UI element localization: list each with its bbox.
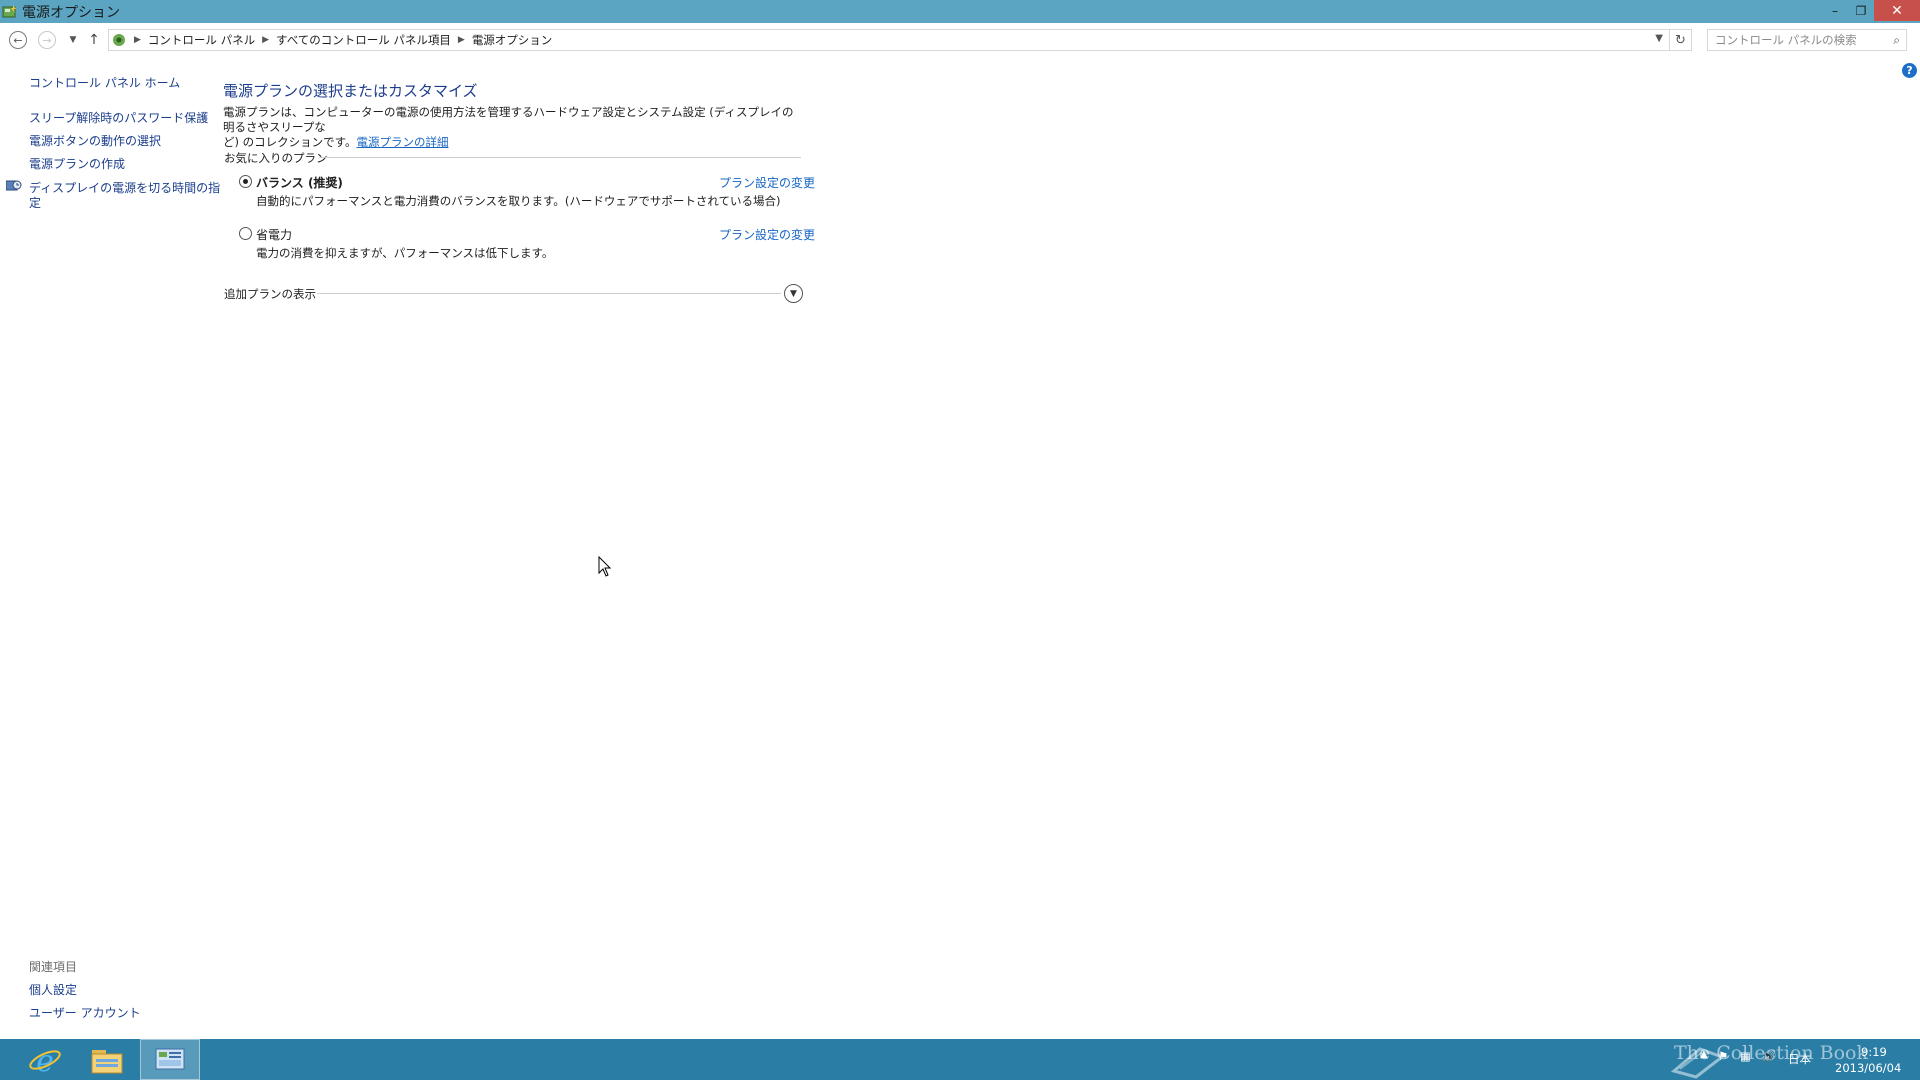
power-plan-details-link[interactable]: 電源プランの詳細 — [357, 135, 449, 149]
description-line-2: ど) のコレクションです。 — [223, 135, 357, 149]
chevron-down-icon: ▼ — [790, 288, 797, 299]
expand-additional-plans-button[interactable]: ▼ — [784, 284, 803, 303]
plan-description: 自動的にパフォーマンスと電力消費のバランスを取ります。(ハードウェアでサポートさ… — [256, 194, 781, 208]
taskbar-control-panel[interactable] — [140, 1039, 200, 1080]
search-icon[interactable]: ⌕ — [1893, 33, 1900, 48]
breadcrumb-control-panel[interactable]: コントロール パネル ▶ — [148, 32, 276, 48]
recent-locations-button[interactable]: ▼ — [64, 31, 82, 49]
show-hidden-icons-icon[interactable]: ▲ — [1700, 1049, 1708, 1060]
action-center-flag-icon[interactable]: ⚑ — [1718, 1049, 1728, 1063]
plan-balanced-radio[interactable] — [239, 175, 252, 188]
breadcrumb-all-items[interactable]: すべてのコントロール パネル項目 ▶ — [276, 32, 472, 48]
sidebar-item-create-plan[interactable]: 電源プランの作成 — [29, 155, 125, 172]
taskbar-internet-explorer[interactable]: e — [15, 1039, 75, 1080]
window-title: 電源オプション — [22, 4, 120, 21]
clock-time[interactable]: 9:19 — [1861, 1045, 1887, 1059]
svg-text:e: e — [36, 1044, 54, 1077]
plan-power-saver-radio[interactable] — [239, 227, 252, 240]
control-panel-icon — [113, 34, 125, 46]
plan-name[interactable]: バランス (推奨) — [256, 174, 343, 191]
refresh-icon: ↻ — [1675, 32, 1686, 48]
breadcrumb-power-options[interactable]: 電源オプション — [472, 32, 553, 48]
volume-icon[interactable]: 🔊 — [1762, 1049, 1776, 1063]
refresh-button[interactable]: ↻ — [1670, 29, 1692, 51]
address-bar[interactable]: ▶ コントロール パネル ▶ すべてのコントロール パネル項目 ▶ 電源オプション … — [108, 29, 1670, 51]
back-button[interactable]: ← — [9, 31, 27, 49]
breadcrumb-separator-icon: ▶ — [457, 35, 465, 45]
page-description: 電源プランは、コンピューターの電源の使用方法を管理するハードウェア設定とシステム… — [223, 105, 803, 150]
taskbar-file-explorer[interactable] — [77, 1039, 137, 1080]
title-bar: 電源オプション – ❐ ✕ — [0, 0, 1920, 23]
taskbar: e The Collection Book ▲ ⚑ ▦ 🔊 日本 9:19 20… — [0, 1039, 1920, 1080]
page-title: 電源プランの選択またはカスタマイズ — [223, 82, 478, 100]
forward-button[interactable]: → — [38, 31, 56, 49]
power-options-icon — [2, 4, 16, 17]
sidebar-item-power-buttons[interactable]: 電源ボタンの動作の選択 — [29, 132, 161, 149]
minimize-button[interactable]: – — [1822, 0, 1848, 21]
change-plan-settings-link[interactable]: プラン設定の変更 — [719, 226, 815, 243]
clock-date[interactable]: 2013/06/04 — [1835, 1061, 1901, 1075]
description-line-1: 電源プランは、コンピューターの電源の使用方法を管理するハードウェア設定とシステム… — [223, 105, 794, 134]
system-tray: ▲ ⚑ ▦ 🔊 日本 9:19 2013/06/04 — [1700, 1039, 1920, 1080]
related-link-personalization[interactable]: 個人設定 — [29, 981, 77, 998]
network-icon[interactable]: ▦ — [1740, 1049, 1751, 1063]
mouse-cursor-icon — [598, 556, 612, 577]
arrow-left-icon: ← — [13, 33, 23, 47]
sidebar-item-display-off-cont[interactable]: 定 — [29, 194, 41, 211]
related-items-title: 関連項目 — [29, 960, 78, 974]
folder-icon — [91, 1049, 123, 1073]
sidebar-item-display-off[interactable]: ディスプレイの電源を切る時間の指 — [29, 179, 220, 196]
sidebar-item-password-on-wake[interactable]: スリープ解除時のパスワード保護 — [29, 109, 208, 126]
plan-description: 電力の消費を抑えますが、パフォーマンスは低下します。 — [256, 246, 554, 260]
divider — [319, 157, 801, 158]
arrow-right-icon: → — [42, 33, 52, 47]
arrow-up-icon: ↑ — [88, 32, 100, 48]
up-button[interactable]: ↑ — [85, 31, 103, 49]
control-panel-icon — [155, 1048, 185, 1069]
close-button[interactable]: ✕ — [1874, 0, 1920, 21]
internet-explorer-icon: e — [29, 1044, 61, 1077]
additional-plans-header[interactable]: 追加プランの表示 — [224, 286, 316, 302]
address-row: ← → ▼ ↑ ▶ コントロール パネル ▶ すべてのコントロール パネル項目 ▶ … — [0, 27, 1920, 53]
language-indicator[interactable]: 日本 — [1788, 1051, 1811, 1067]
display-clock-icon — [6, 180, 22, 191]
divider — [317, 293, 781, 294]
breadcrumb-separator-icon: ▶ — [262, 35, 269, 45]
help-icon[interactable]: ? — [1902, 63, 1917, 78]
change-plan-settings-link[interactable]: プラン設定の変更 — [719, 174, 815, 191]
address-dropdown-icon[interactable]: ▼ — [1655, 33, 1663, 44]
control-panel-home-link[interactable]: コントロール パネル ホーム — [29, 74, 180, 91]
search-input[interactable]: コントロール パネルの検索 ⌕ — [1707, 29, 1907, 51]
chevron-down-icon: ▼ — [69, 35, 77, 45]
related-link-user-accounts[interactable]: ユーザー アカウント — [29, 1004, 141, 1021]
plan-name[interactable]: 省電力 — [256, 226, 292, 243]
favorites-header: お気に入りのプラン — [224, 151, 328, 165]
maximize-button[interactable]: ❐ — [1848, 0, 1874, 21]
breadcrumb-separator-icon: ▶ — [134, 35, 141, 45]
search-placeholder: コントロール パネルの検索 — [1715, 33, 1857, 47]
